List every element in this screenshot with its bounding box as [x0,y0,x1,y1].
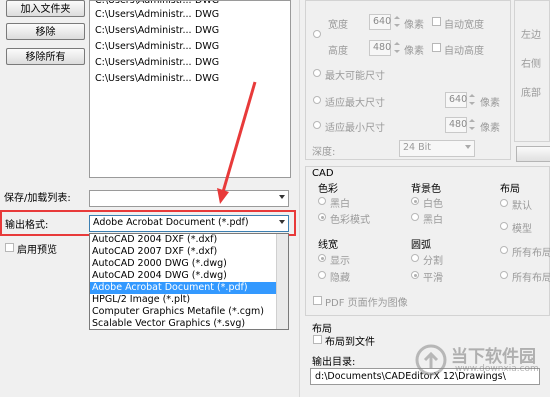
bw-radio[interactable] [318,197,326,205]
arc-split-radio[interactable] [411,254,419,262]
width-label: 宽度 [328,20,348,31]
auto-height-label: 自动高度 [444,46,484,57]
annotation-arrow-icon [217,81,257,204]
format-option-selected[interactable]: Adobe Acrobat Document (*.pdf) [90,282,277,294]
output-dir-label: 输出目录: [312,357,356,368]
fit-min-label: 适应最小尺寸 [325,123,385,134]
layout-all-label-2: 所有布局 [512,273,550,284]
bg-title: 背景色 [411,184,441,195]
preview-label: 启用预览 [17,245,57,256]
depth-label: 深度: [312,147,336,158]
custom-size-radio[interactable] [313,30,321,38]
watermark-logo-icon [415,344,447,376]
file-row[interactable]: C:\Users\Administr... DWG [95,57,219,68]
lineweight-show-label: 显示 [330,256,350,267]
chevron-down-icon [279,195,285,199]
file-row[interactable]: C:\Users\Administr... DWG [95,73,219,84]
arc-smooth-label: 平滑 [423,273,443,284]
auto-width-label: 自动宽度 [444,20,484,31]
margin-bottom-label: 底部 [521,88,541,99]
preview-checkbox[interactable] [5,243,14,252]
layout-default-radio[interactable] [500,199,508,207]
layout-all-radio-2[interactable] [500,271,508,279]
remove-button[interactable]: 移除 [6,23,85,40]
file-row[interactable]: C:\Users\Administr... DWG [95,25,219,36]
depth-select[interactable]: 24 Bit [399,140,475,157]
bg-white-radio[interactable] [411,197,419,205]
format-dropdown-list[interactable]: AutoCAD 2004 DXF (*.dxf) AutoCAD 2007 DX… [89,233,289,330]
format-option[interactable]: HPGL/2 Image (*.plt) [90,294,277,306]
add-folder-button[interactable]: 加入文件夹 [6,0,85,17]
width-input[interactable]: 640 [369,14,391,30]
height-spinner[interactable] [392,40,402,56]
margin-left-label: 左边 [521,30,541,41]
layout-default-label: 默认 [512,201,532,212]
format-option[interactable]: Scalable Vector Graphics (*.svg) [90,318,277,329]
lineweight-title: 线宽 [318,240,338,251]
arc-title: 圆弧 [411,240,431,251]
pdf-image-label: PDF 页面作为图像 [325,298,408,309]
output-format-label: 输出格式: [5,220,49,231]
margins-panel [514,0,550,142]
layout-to-file-label: 布局到文件 [325,337,375,348]
bg-black-radio[interactable] [411,213,419,221]
file-row[interactable]: C:\Users\Administr... DWG [95,9,219,20]
width-spinner[interactable] [392,14,402,30]
format-option[interactable]: Computer Graphics Metafile (*.cgm) [90,306,277,318]
lineweight-show-radio[interactable] [318,254,326,262]
lineweight-hide-label: 隐藏 [330,273,350,284]
max-size-radio[interactable] [313,69,321,77]
auto-width-checkbox[interactable] [432,17,441,26]
layout-all-radio[interactable] [500,246,508,254]
layout-to-file-checkbox[interactable] [313,335,322,344]
format-option[interactable]: AutoCAD 2004 DXF (*.dxf) [90,234,277,246]
lineweight-hide-radio[interactable] [318,271,326,279]
chevron-down-icon [465,145,471,149]
fit-min-spinner[interactable] [467,117,477,133]
fit-min-radio[interactable] [313,121,321,129]
layout-title: 布局 [500,184,520,195]
fit-max-spinner[interactable] [467,92,477,108]
color-mode-radio[interactable] [318,213,326,221]
pdf-image-checkbox[interactable] [313,296,322,305]
bg-white-label: 白色 [423,199,443,210]
file-row[interactable]: C:\Users\Administr... DWG [95,1,219,6]
file-list[interactable]: C:\Users\Administr... DWG C:\Users\Admini… [89,0,291,178]
fit-max-input[interactable]: 640 [445,92,467,108]
max-size-label: 最大可能尺寸 [325,71,385,82]
bw-label: 黑白 [330,199,350,210]
margin-right-label: 右侧 [521,59,541,70]
fit-max-label: 适应最大尺寸 [325,98,385,109]
format-option[interactable]: AutoCAD 2004 DWG (*.dwg) [90,270,277,282]
format-option[interactable]: AutoCAD 2007 DXF (*.dxf) [90,246,277,258]
bg-black-label: 黑白 [423,215,443,226]
color-mode-label: 色彩模式 [330,215,370,226]
chevron-down-icon [279,220,285,224]
fit-max-radio[interactable] [313,96,321,104]
layout-all-label: 所有布局 [512,248,550,259]
fit-min-unit: 像素 [480,123,500,134]
layout-model-label: 模型 [512,224,532,235]
height-input[interactable]: 480 [369,40,391,56]
arc-smooth-radio[interactable] [411,271,419,279]
divider [299,0,300,397]
fit-min-input[interactable]: 480 [445,117,467,133]
color-title: 色彩 [318,184,338,195]
remove-all-button[interactable]: 移除所有 [6,48,85,65]
auto-height-checkbox[interactable] [432,43,441,52]
save-load-label: 保存/加载列表: [4,193,71,204]
arc-split-label: 分割 [423,256,443,267]
fit-max-unit: 像素 [480,98,500,109]
height-unit: 像素 [404,46,424,57]
layout-model-radio[interactable] [500,222,508,230]
format-option[interactable]: AutoCAD 2000 DWG (*.dwg) [90,258,277,270]
file-row[interactable]: C:\Users\Administr... DWG [95,41,219,52]
margins-button[interactable] [516,146,550,162]
height-label: 高度 [328,46,348,57]
cad-title: CAD [312,168,334,179]
output-format-select[interactable]: Adobe Acrobat Document (*.pdf) [89,215,289,232]
dropdown-scrollbar[interactable] [276,234,288,329]
width-unit: 像素 [404,20,424,31]
